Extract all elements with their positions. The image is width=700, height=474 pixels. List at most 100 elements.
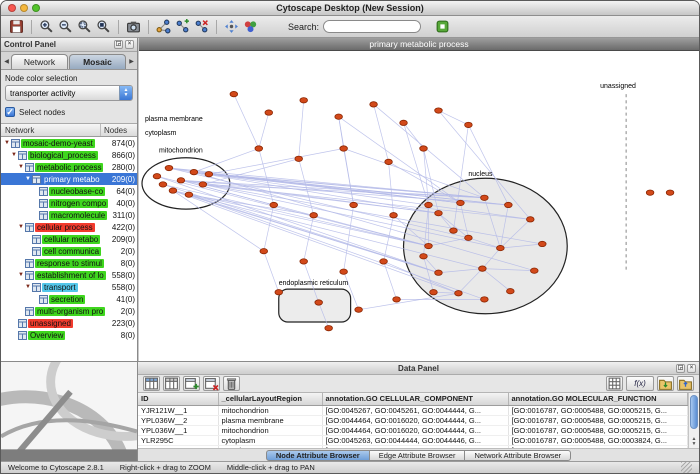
table-cell: [GO:0016787, GO:0005488, GO:0003824, G..… bbox=[508, 435, 688, 445]
network-canvas[interactable]: plasma membranecytoplasmmitochondrionnuc… bbox=[139, 51, 699, 361]
select-nodes-checkbox[interactable]: ✓ bbox=[5, 107, 15, 117]
new-network-icon[interactable] bbox=[173, 18, 192, 36]
mosaic-controls: Node color selection transporter activit… bbox=[1, 70, 137, 124]
network-column-header[interactable]: Network bbox=[1, 124, 101, 136]
tree-item[interactable]: ▼primary metabo209(0) bbox=[1, 173, 137, 185]
zoom-in-icon[interactable] bbox=[37, 18, 56, 36]
float-data-panel-icon[interactable]: ◲ bbox=[676, 364, 685, 373]
tree-expand-icon[interactable]: ▼ bbox=[10, 152, 18, 158]
scrollbar-thumb[interactable] bbox=[690, 395, 698, 429]
node-color-dropdown[interactable]: transporter activity ▲▼ bbox=[5, 85, 133, 101]
tab-scroll-left-icon[interactable]: ◀ bbox=[2, 58, 11, 65]
tab-edge-attribute-browser[interactable]: Edge Attribute Browser bbox=[369, 450, 466, 461]
tree-item-node-count: 280(0) bbox=[112, 163, 137, 172]
vizmapper-icon[interactable] bbox=[241, 18, 260, 36]
table-row[interactable]: YJR121W__1mitochondrion[GO:0045267, GO:0… bbox=[138, 405, 688, 415]
close-panel-icon[interactable]: × bbox=[125, 40, 134, 49]
tree-item[interactable]: ▼cellular process422(0) bbox=[1, 221, 137, 233]
new-attribute-icon[interactable] bbox=[183, 376, 200, 391]
tree-item[interactable]: cellular metabo209(0) bbox=[1, 233, 137, 245]
tree-item[interactable]: nitrogen compo40(0) bbox=[1, 197, 137, 209]
close-data-panel-icon[interactable]: × bbox=[687, 364, 696, 373]
tree-item[interactable]: secretion41(0) bbox=[1, 293, 137, 305]
tree-item-label: secretion bbox=[49, 295, 85, 304]
trash-icon[interactable] bbox=[223, 376, 240, 391]
fx-button[interactable]: f(x) bbox=[626, 376, 654, 391]
zoom-selected-icon[interactable] bbox=[75, 18, 94, 36]
tree-item[interactable]: ▼mosaic-demo-yeast874(0) bbox=[1, 137, 137, 149]
attribute-table: ID_cellularLayoutRegionannotation.GO CEL… bbox=[138, 393, 688, 448]
minimize-window-button[interactable] bbox=[20, 4, 28, 12]
delete-attribute-icon[interactable] bbox=[203, 376, 220, 391]
column-header[interactable]: ID bbox=[138, 393, 218, 405]
export-table-icon[interactable] bbox=[677, 376, 694, 391]
tree-item[interactable]: ▼establishment of lo558(0) bbox=[1, 269, 137, 281]
tree-item[interactable]: response to stimul8(0) bbox=[1, 257, 137, 269]
zoom-window-button[interactable] bbox=[32, 4, 40, 12]
plugins-icon[interactable] bbox=[433, 18, 452, 36]
zoom-fit-icon[interactable] bbox=[94, 18, 113, 36]
nodes-column-header[interactable]: Nodes bbox=[101, 126, 137, 135]
table-cell: YJR121W__1 bbox=[138, 405, 218, 415]
table-row[interactable]: YPL036W__2plasma membrane[GO:0044464, GO… bbox=[138, 415, 688, 425]
tree-expand-icon[interactable]: ▼ bbox=[17, 164, 25, 170]
tree-expand-icon[interactable]: ▼ bbox=[17, 272, 25, 278]
tree-item[interactable]: ▼transport558(0) bbox=[1, 281, 137, 293]
overview-thumbnail[interactable] bbox=[1, 361, 137, 461]
tree-expand-icon[interactable]: ▼ bbox=[24, 284, 32, 290]
search-area: Search: bbox=[288, 20, 421, 33]
data-panel-titlebar: Data Panel ◲ × bbox=[138, 362, 699, 375]
resize-grip[interactable] bbox=[681, 462, 692, 473]
table-row[interactable]: YLR295Ccytoplasm[GO:0045263, GO:0044444,… bbox=[138, 435, 688, 445]
window-titlebar[interactable]: Cytoscape Desktop (New Session) bbox=[1, 1, 699, 16]
float-panel-icon[interactable]: ◲ bbox=[114, 40, 123, 49]
tree-item[interactable]: cell communica2(0) bbox=[1, 245, 137, 257]
tree-expand-icon[interactable]: ▼ bbox=[3, 140, 11, 146]
tree-item[interactable]: macromolecule311(0) bbox=[1, 209, 137, 221]
tree-item-node-count: 866(0) bbox=[112, 151, 137, 160]
search-input[interactable] bbox=[323, 20, 421, 33]
zoom-out-icon[interactable] bbox=[56, 18, 75, 36]
save-icon[interactable] bbox=[7, 18, 26, 36]
tree-item[interactable]: ▼metabolic process280(0) bbox=[1, 161, 137, 173]
column-header[interactable]: annotation.GO MOLECULAR_FUNCTION bbox=[508, 393, 688, 405]
close-window-button[interactable] bbox=[8, 4, 16, 12]
tree-item-node-count: 874(0) bbox=[112, 139, 137, 148]
svg-text:unassigned: unassigned bbox=[600, 82, 636, 90]
attribute-table-wrap: ID_cellularLayoutRegionannotation.GO CEL… bbox=[138, 393, 688, 448]
network-view-titlebar[interactable]: primary metabolic process bbox=[139, 38, 699, 51]
tree-item[interactable]: multi-organism pro2(0) bbox=[1, 305, 137, 317]
layout-icon[interactable] bbox=[222, 18, 241, 36]
control-panel-tab-mosaic[interactable]: Mosaic bbox=[69, 54, 126, 69]
first-neighbors-icon[interactable] bbox=[154, 18, 173, 36]
data-panel-toolbar: f(x) bbox=[138, 375, 699, 393]
table-scrollbar[interactable]: ▲▼ bbox=[688, 393, 699, 448]
tree-item[interactable]: ▼biological_process866(0) bbox=[1, 149, 137, 161]
tree-item[interactable]: nucleobase-co64(0) bbox=[1, 185, 137, 197]
destroy-network-icon[interactable] bbox=[192, 18, 211, 36]
tree-item[interactable]: unassigned223(0) bbox=[1, 317, 137, 329]
tree-item-node-count: 64(0) bbox=[116, 187, 137, 196]
table-row[interactable]: YPL036W__1mitochondrion[GO:0044464, GO:0… bbox=[138, 425, 688, 435]
snapshot-icon[interactable] bbox=[124, 18, 143, 36]
network-icon bbox=[39, 295, 49, 304]
tree-expand-icon[interactable]: ▼ bbox=[24, 176, 32, 182]
scrollbar-arrows-icon[interactable]: ▲▼ bbox=[692, 437, 697, 448]
column-select-icon[interactable] bbox=[143, 376, 160, 391]
column-unselect-icon[interactable] bbox=[163, 376, 180, 391]
tree-item[interactable]: Overview8(0) bbox=[1, 329, 137, 341]
svg-text:nucleus: nucleus bbox=[468, 170, 493, 178]
tab-scroll-right-icon[interactable]: ▶ bbox=[127, 58, 136, 65]
tab-network-attribute-browser[interactable]: Network Attribute Browser bbox=[464, 450, 571, 461]
tab-node-attribute-browser[interactable]: Node Attribute Browser bbox=[266, 450, 370, 461]
column-header[interactable]: annotation.GO CELLULAR_COMPONENT bbox=[322, 393, 508, 405]
table-cell: [GO:0016787, GO:0005488, GO:0005215, G..… bbox=[508, 405, 688, 415]
column-header[interactable]: _cellularLayoutRegion bbox=[218, 393, 322, 405]
control-panel-tab-network[interactable]: Network bbox=[11, 54, 68, 69]
attribute-table-area: ID_cellularLayoutRegionannotation.GO CEL… bbox=[138, 393, 699, 448]
tree-expand-icon[interactable]: ▼ bbox=[17, 224, 25, 230]
toolbar-separator bbox=[118, 20, 119, 34]
import-table-icon[interactable] bbox=[657, 376, 674, 391]
tree-item-node-count: 422(0) bbox=[112, 223, 137, 232]
matrix-icon[interactable] bbox=[606, 376, 623, 391]
